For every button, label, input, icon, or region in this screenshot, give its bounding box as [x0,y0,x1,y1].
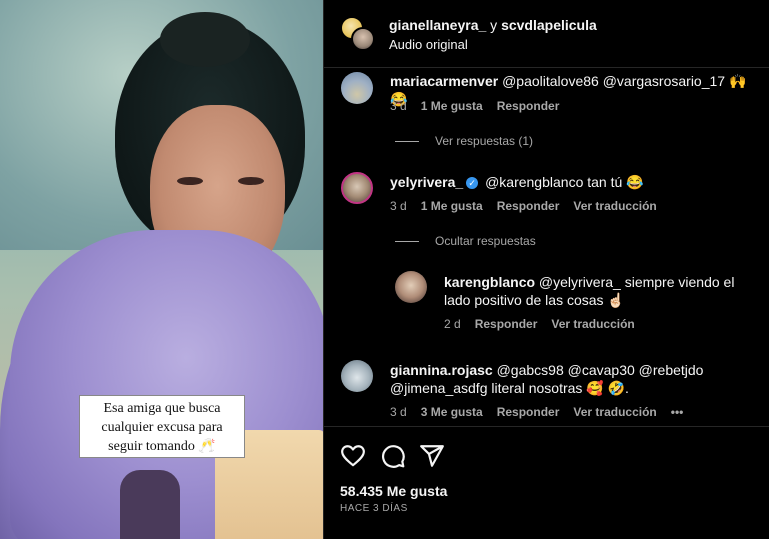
reply-button[interactable]: Responder [497,99,560,113]
video-figure-eye [238,177,264,185]
divider [395,141,419,143]
collab-avatars[interactable] [340,16,376,52]
comment-meta: 3 d 1 Me gusta Responder Ver traducción [390,199,671,213]
reel-video[interactable]: Esa amiga que busca cualquier excusa par… [0,0,323,539]
author-link[interactable]: scvdlapelicula [501,17,597,33]
view-replies-label: Ver respuestas (1) [435,134,534,148]
reply-button[interactable]: Responder [497,405,560,419]
comment: yelyrivera_ ✓ @karengblanco tan tú 😂 [390,173,760,191]
comment-username[interactable]: yelyrivera_ [390,174,463,190]
comment-likes[interactable]: 1 Me gusta [421,199,483,213]
translate-button[interactable]: Ver traducción [573,405,656,419]
hide-replies-button[interactable]: Ocultar respuestas [395,234,536,248]
comment-username[interactable]: karengblanco [444,274,535,290]
post-actions: 58.435 Me gusta HACE 3 DÍAS [324,426,769,539]
comment-likes[interactable]: 1 Me gusta [421,99,483,113]
heart-icon[interactable] [340,443,366,469]
comment-username[interactable]: mariacarmenver [390,73,498,89]
divider [395,241,419,243]
avatar[interactable] [351,27,375,51]
comment-body: @karengblanco tan tú 😂 [485,174,644,190]
comment-icon[interactable] [380,443,406,469]
post-header: gianellaneyra_ y scvdlapelicula Audio or… [324,0,769,68]
comment-username[interactable]: giannina.rojasc [390,362,493,378]
post-date: HACE 3 DÍAS [340,503,408,514]
avatar[interactable] [395,271,427,303]
audio-link[interactable]: Audio original [389,37,468,52]
likes-count[interactable]: 58.435 Me gusta [340,483,447,499]
comments-list[interactable]: mariacarmenver @paolitalove86 @vargasros… [324,68,769,426]
comment: giannina.rojasc @gabcs98 @cavap30 @rebet… [390,361,760,397]
comment-time[interactable]: 2 d [444,317,461,331]
comment-meta: 2 d Responder Ver traducción [444,317,649,331]
author-link[interactable]: gianellaneyra_ [389,17,486,33]
more-options-icon[interactable]: ••• [671,405,684,419]
authors-joiner: y [486,17,502,33]
translate-button[interactable]: Ver traducción [551,317,634,331]
video-figure-shirt [120,470,180,539]
avatar[interactable] [341,72,373,104]
translate-button[interactable]: Ver traducción [573,199,656,213]
comment-time[interactable]: 3 d [390,405,407,419]
post-authors: gianellaneyra_ y scvdlapelicula [389,17,597,33]
video-caption-overlay: Esa amiga que busca cualquier excusa par… [79,395,245,458]
comment-time[interactable]: 3 d [390,199,407,213]
reply-button[interactable]: Responder [497,199,560,213]
reply-button[interactable]: Responder [475,317,538,331]
video-figure-bun [160,12,250,67]
hide-replies-label: Ocultar respuestas [435,234,536,248]
reply-comment: karengblanco @yelyrivera_ siempre viendo… [444,273,762,309]
avatar[interactable] [341,172,373,204]
comment-meta: 3 d 1 Me gusta Responder [390,99,573,113]
comment-time[interactable]: 3 d [390,99,407,113]
avatar[interactable] [341,360,373,392]
video-figure-eye [177,177,203,185]
comment-likes[interactable]: 3 Me gusta [421,405,483,419]
view-replies-button[interactable]: Ver respuestas (1) [395,134,533,148]
verified-badge-icon: ✓ [466,177,479,189]
post-side-panel: gianellaneyra_ y scvdlapelicula Audio or… [323,0,769,539]
share-icon[interactable] [419,443,445,469]
comment-meta: 3 d 3 Me gusta Responder Ver traducción ••• [390,405,697,419]
